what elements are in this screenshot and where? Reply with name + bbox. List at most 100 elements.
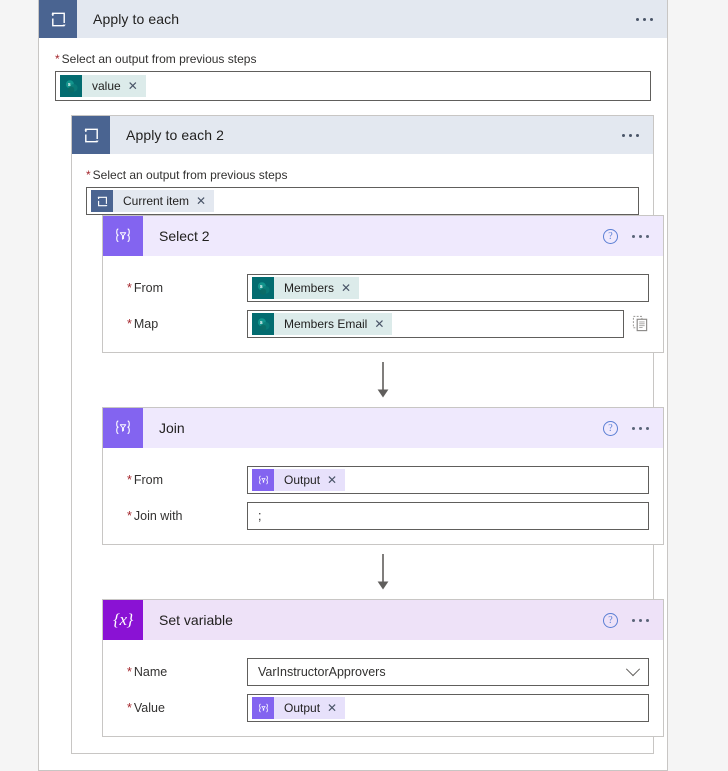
action-header-actions: ? <box>603 612 663 628</box>
action-header[interactable]: Join ? <box>103 408 663 448</box>
sharepoint-icon: s <box>252 313 274 335</box>
copy-icon[interactable] <box>632 315 649 333</box>
remove-token-icon[interactable]: ✕ <box>374 318 384 330</box>
field-control: Output ✕ <box>247 694 649 722</box>
apply-to-each-2-body: * Select an output from previous steps C… <box>72 154 664 753</box>
token-value[interactable]: s value ✕ <box>60 75 146 97</box>
field-row-value: * Value Output ✕ <box>117 694 649 722</box>
connector-arrow <box>102 545 664 599</box>
field-label: * Map <box>127 317 159 331</box>
variable-name-value: VarInstructorApprovers <box>258 665 386 679</box>
chevron-down-icon[interactable] <box>625 662 641 677</box>
required-asterisk: * <box>55 52 60 66</box>
svg-text:s: s <box>259 320 262 326</box>
select-output-2-input[interactable]: Current item ✕ <box>86 187 639 215</box>
action-title: Join <box>159 420 185 436</box>
token-members[interactable]: s Members ✕ <box>252 277 360 299</box>
action-header-actions: ? <box>603 420 663 436</box>
connector-arrow <box>102 353 664 407</box>
token-body: Members ✕ <box>274 277 360 299</box>
field-row-map: * Map s Members Email ✕ <box>117 310 649 338</box>
action-header[interactable]: {x} Set variable ? <box>103 600 663 640</box>
remove-token-icon[interactable]: ✕ <box>128 80 138 92</box>
field-label: * From <box>127 281 164 295</box>
token-body: Output ✕ <box>274 469 346 491</box>
remove-token-icon[interactable]: ✕ <box>327 702 337 714</box>
more-options-icon[interactable] <box>632 234 649 238</box>
data-operation-icon <box>252 697 274 719</box>
field-control: VarInstructorApprovers <box>247 658 649 686</box>
apply-to-each-2-scope: Apply to each 2 * Select an output from p… <box>71 115 664 754</box>
required-asterisk: * <box>127 701 132 715</box>
action-card-join: Join ? * From Output ✕ * Join with ; <box>102 407 664 545</box>
required-asterisk: * <box>127 473 132 487</box>
variable-value-input[interactable]: Output ✕ <box>247 694 649 722</box>
help-icon[interactable]: ? <box>603 420 618 436</box>
field-control: s Members Email ✕ <box>247 310 649 338</box>
token-output[interactable]: Output ✕ <box>252 697 346 719</box>
variable-icon: {x} <box>103 600 143 640</box>
actions-container: Select 2 ? * From s Members ✕ * Map s Me… <box>102 215 664 737</box>
remove-token-icon[interactable]: ✕ <box>196 195 206 207</box>
field-control: s Members ✕ <box>247 274 649 302</box>
variable-name-dropdown[interactable]: VarInstructorApprovers <box>247 658 649 686</box>
apply-to-each-2-header[interactable]: Apply to each 2 <box>72 116 653 154</box>
action-card-select-2: Select 2 ? * From s Members ✕ * Map s Me… <box>102 215 664 353</box>
token-current-item[interactable]: Current item ✕ <box>91 190 215 212</box>
data-operation-icon <box>103 408 143 448</box>
apply-to-each-body: * Select an output from previous steps s … <box>39 38 667 770</box>
action-body: * From <box>103 256 663 352</box>
select-output-label: * Select an output from previous steps <box>55 52 257 66</box>
required-asterisk: * <box>86 168 91 182</box>
token-body: value ✕ <box>82 75 146 97</box>
select-output-2-label: * Select an output from previous steps <box>86 168 288 182</box>
remove-token-icon[interactable]: ✕ <box>327 474 337 486</box>
remove-token-icon[interactable]: ✕ <box>341 282 351 294</box>
apply-to-each-title: Apply to each <box>93 11 180 27</box>
action-body: * From <box>103 448 663 544</box>
apply-to-each-2-title: Apply to each 2 <box>126 127 225 143</box>
required-asterisk: * <box>127 665 132 679</box>
field-row-from: * From <box>117 466 649 494</box>
sharepoint-icon: s <box>252 277 274 299</box>
field-row-from: * From <box>117 274 649 302</box>
map-input[interactable]: s Members Email ✕ <box>247 310 624 338</box>
apply-to-each-header[interactable]: Apply to each <box>39 0 667 38</box>
action-card-set-variable: {x} Set variable ? * Name VarInstructorA… <box>102 599 664 737</box>
data-operation-icon <box>103 216 143 256</box>
help-icon[interactable]: ? <box>603 228 618 244</box>
field-row-name: * Name VarInstructorApprovers <box>117 658 649 686</box>
action-header-actions: ? <box>603 228 663 244</box>
svg-text:s: s <box>67 82 70 88</box>
help-icon[interactable]: ? <box>603 612 618 628</box>
more-options-icon[interactable] <box>632 426 649 430</box>
action-title: Set variable <box>159 612 233 628</box>
apply-to-each-2-header-actions <box>622 133 653 137</box>
loop-icon <box>39 0 77 38</box>
more-options-icon[interactable] <box>622 133 639 137</box>
join-from-input[interactable]: Output ✕ <box>247 466 649 494</box>
required-asterisk: * <box>127 317 132 331</box>
action-header[interactable]: Select 2 ? <box>103 216 663 256</box>
field-control: Output ✕ <box>247 466 649 494</box>
action-body: * Name VarInstructorApprovers * Value Ou… <box>103 640 663 736</box>
required-asterisk: * <box>127 509 132 523</box>
more-options-icon[interactable] <box>636 17 653 21</box>
apply-to-each-scope: Apply to each * Select an output from pre… <box>38 0 668 771</box>
field-row-join-with: * Join with ; <box>117 502 649 530</box>
field-label: * Value <box>127 701 165 715</box>
field-control: ; <box>247 502 649 530</box>
join-with-value: ; <box>258 509 262 523</box>
from-input[interactable]: s Members ✕ <box>247 274 649 302</box>
token-output[interactable]: Output ✕ <box>252 469 346 491</box>
token-members-email[interactable]: s Members Email ✕ <box>252 313 393 335</box>
apply-to-each-header-actions <box>636 17 667 21</box>
select-output-input[interactable]: s value ✕ <box>55 71 651 101</box>
action-title: Select 2 <box>159 228 210 244</box>
more-options-icon[interactable] <box>632 618 649 622</box>
join-with-input[interactable]: ; <box>247 502 649 530</box>
data-operation-icon <box>252 469 274 491</box>
field-label: * From <box>127 473 164 487</box>
sharepoint-icon: s <box>60 75 82 97</box>
field-label: * Name <box>127 665 168 679</box>
